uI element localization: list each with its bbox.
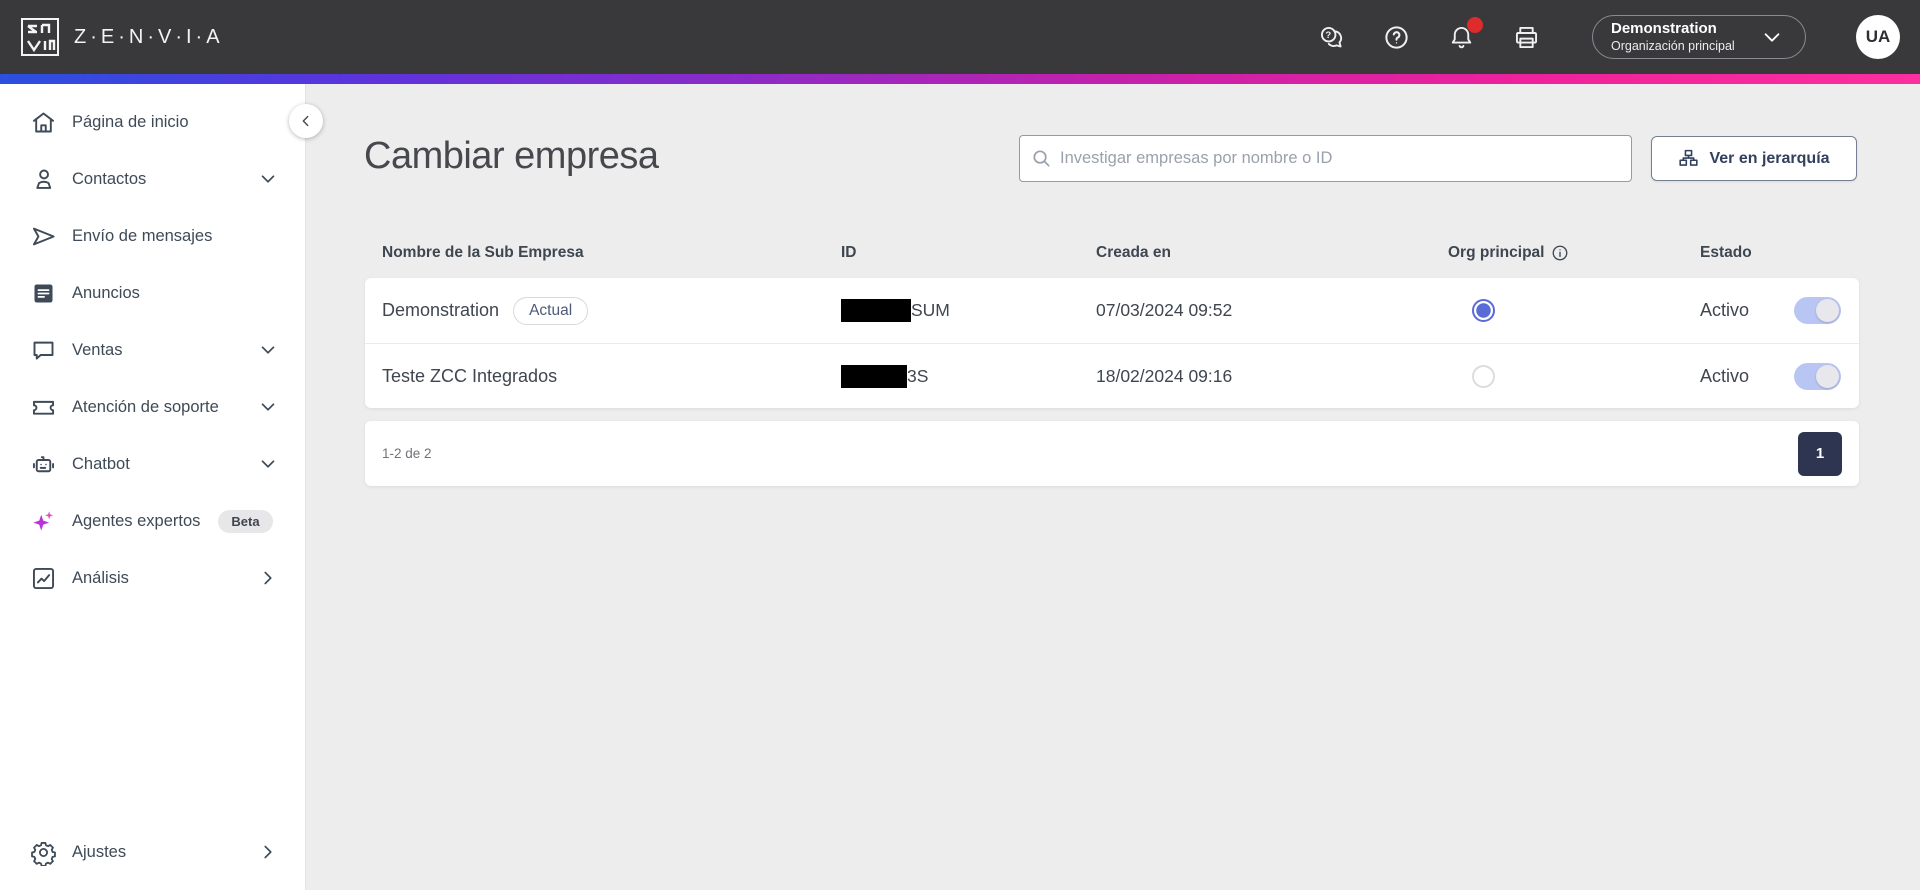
company-name: Demonstration (382, 300, 500, 320)
send-icon (30, 223, 57, 250)
svg-text:?: ? (1325, 30, 1331, 41)
sidebar-item-analisis[interactable]: Análisis (0, 556, 305, 600)
chevron-right-icon (264, 845, 272, 859)
status-label: Activo (1700, 300, 1750, 320)
sidebar-item-envio-de-mensajes[interactable]: Envío de mensajes (0, 214, 305, 258)
main-content: Cambiar empresa Ver en jerarquía Nombre … (306, 84, 1920, 890)
announcements-icon (30, 280, 57, 307)
org-principal-radio-unselected[interactable] (1472, 364, 1495, 388)
printer-icon[interactable] (1513, 24, 1540, 51)
sidebar-item-label: Página de inicio (72, 112, 189, 131)
beta-badge: Beta (218, 509, 273, 533)
topbar-actions: ? Demonstration Organización principal U… (1318, 15, 1900, 59)
redacted-id (841, 364, 907, 388)
notification-badge (1467, 16, 1483, 33)
info-icon[interactable] (1551, 244, 1569, 262)
chevron-right-icon (264, 571, 272, 585)
sidebar-item-contactos[interactable]: Contactos (0, 157, 305, 201)
col-header-name: Nombre de la Sub Empresa (382, 244, 584, 261)
org-switcher-texts: Demonstration Organización principal (1611, 20, 1735, 54)
sidebar-item-label: Anuncios (72, 283, 140, 302)
home-icon (30, 109, 57, 136)
brand-name: Z·E·N·V·I·A (74, 25, 224, 48)
pagination-range: 1-2 de 2 (382, 446, 432, 461)
toggle-knob (1816, 364, 1839, 388)
sidebar-collapse-button[interactable] (289, 104, 323, 138)
help-icon[interactable] (1383, 24, 1410, 51)
notifications-bell-icon[interactable] (1448, 16, 1483, 51)
sidebar-item-home[interactable]: Página de inicio (0, 100, 305, 144)
analytics-icon (30, 565, 57, 592)
created-at: 18/02/2024 09:16 (1096, 365, 1233, 386)
toggle-knob (1816, 299, 1839, 322)
company-id-suffix: SUM (911, 300, 950, 320)
sidebar-item-label: Chatbot (72, 454, 130, 473)
sidebar-item-atencion-de-soporte[interactable]: Atención de soporte (0, 385, 305, 429)
col-header-org-principal: Org principal (1448, 244, 1700, 262)
support-ticket-icon (30, 394, 57, 421)
col-header-created: Creada en (1096, 244, 1171, 261)
status-toggle[interactable] (1794, 297, 1841, 324)
company-id-suffix: 3S (907, 365, 929, 386)
org-principal-radio-selected[interactable] (1472, 299, 1495, 322)
col-header-id: ID (841, 244, 857, 261)
page-title: Cambiar empresa (364, 135, 659, 177)
status-toggle[interactable] (1794, 362, 1841, 390)
sparkles-icon (30, 508, 57, 535)
chevron-left-icon (302, 115, 309, 127)
robot-icon (30, 451, 57, 478)
current-company-badge: Actual (513, 296, 589, 325)
search-input[interactable] (1019, 135, 1632, 182)
chevron-down-icon (261, 175, 275, 183)
chat-question-icon[interactable]: ? (1318, 24, 1345, 51)
search-icon (1033, 150, 1050, 167)
org-subtitle: Organización principal (1611, 38, 1735, 53)
brand-gradient-bar (0, 74, 1920, 84)
status-label: Activo (1700, 365, 1750, 386)
sidebar-item-label: Ventas (72, 340, 123, 359)
table-body-card: Demonstration Actual SUM 07/03/2024 09:5… (365, 278, 1859, 408)
created-at: 07/03/2024 09:52 (1096, 300, 1233, 320)
brand: Z·E·N·V·I·A (20, 17, 224, 57)
chevron-down-icon (1764, 33, 1780, 42)
sidebar-item-chatbot[interactable]: Chatbot (0, 442, 305, 486)
company-name: Teste ZCC Integrados (382, 365, 558, 386)
sidebar-item-label: Agentes expertos (72, 511, 201, 530)
chevron-down-icon (261, 403, 275, 411)
topbar: Z·E·N·V·I·A ? Demonstration Organización… (0, 0, 1920, 74)
col-header-org-label: Org principal (1448, 244, 1545, 261)
redacted-id (841, 299, 911, 322)
zenvia-logo-icon (21, 18, 59, 56)
org-name: Demonstration (1611, 19, 1717, 37)
chevron-down-icon (261, 460, 275, 468)
sidebar-item-label: Análisis (72, 568, 129, 587)
sidebar-item-label: Atención de soporte (72, 397, 219, 416)
view-hierarchy-button[interactable]: Ver en jerarquía (1651, 136, 1857, 181)
companies-table: Nombre de la Sub Empresa ID Creada en Or… (365, 228, 1859, 486)
col-header-status: Estado (1700, 244, 1752, 261)
table-footer: 1-2 de 2 1 (365, 421, 1859, 486)
sidebar: Página de inicio Contactos Envío de mens… (0, 84, 306, 890)
table-row[interactable]: Demonstration Actual SUM 07/03/2024 09:5… (365, 278, 1859, 343)
sidebar-item-label: Contactos (72, 169, 147, 188)
company-search (1019, 135, 1632, 182)
sidebar-item-agentes-expertos[interactable]: Agentes expertos Beta (0, 499, 305, 543)
table-row[interactable]: Teste ZCC Integrados 3S 18/02/2024 09:16… (365, 343, 1859, 408)
hierarchy-icon (1679, 149, 1699, 166)
contacts-icon (30, 166, 57, 193)
sales-chat-icon (30, 337, 57, 364)
chevron-down-icon (261, 346, 275, 354)
sidebar-item-label: Ajustes (72, 842, 127, 861)
org-switcher[interactable]: Demonstration Organización principal (1592, 15, 1806, 59)
sidebar-item-anuncios[interactable]: Anuncios (0, 271, 305, 315)
table-header-row: Nombre de la Sub Empresa ID Creada en Or… (365, 228, 1859, 278)
sidebar-item-label: Envío de mensajes (72, 226, 213, 245)
avatar[interactable]: UA (1856, 15, 1900, 59)
sidebar-item-ventas[interactable]: Ventas (0, 328, 305, 372)
sidebar-item-ajustes[interactable]: Ajustes (0, 830, 305, 874)
pagination-page-1-button[interactable]: 1 (1798, 431, 1842, 476)
view-hierarchy-label: Ver en jerarquía (1709, 149, 1830, 167)
gear-icon (30, 839, 57, 867)
